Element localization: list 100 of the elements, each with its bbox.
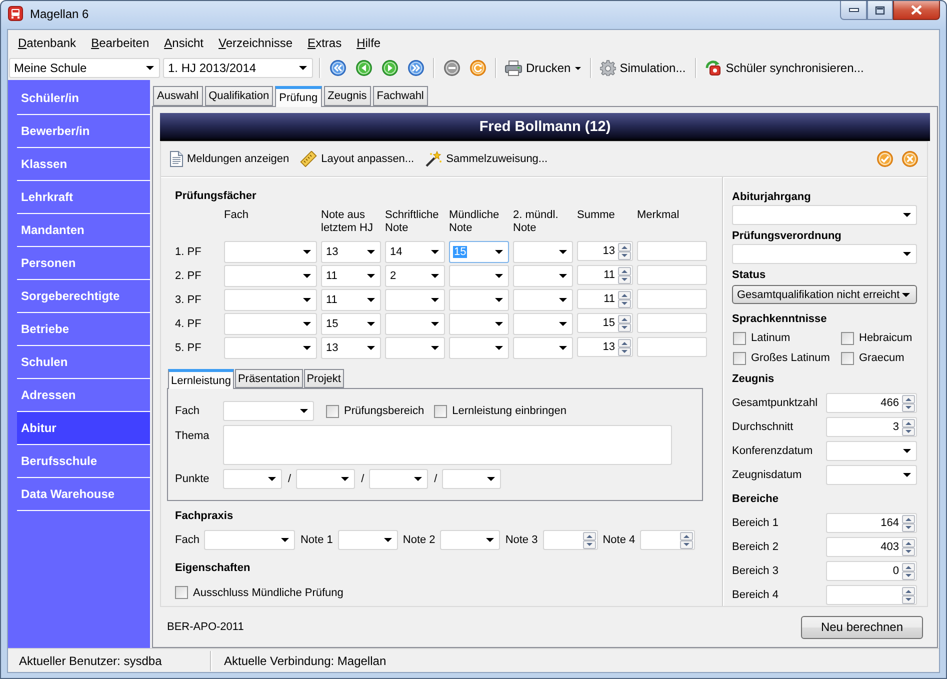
sync-button[interactable]: Schüler synchronisieren... bbox=[702, 57, 867, 79]
menu-item[interactable]: Hilfe bbox=[352, 33, 386, 53]
text-field[interactable] bbox=[637, 289, 707, 309]
spin-arrows-icon[interactable] bbox=[902, 586, 915, 604]
dropdown-field[interactable] bbox=[440, 530, 500, 550]
checkbox[interactable] bbox=[175, 586, 188, 599]
tab[interactable]: Projekt bbox=[304, 369, 344, 388]
checkbox[interactable] bbox=[326, 404, 339, 418]
menu-item[interactable]: Verzeichnisse bbox=[214, 33, 298, 53]
recalculate-button[interactable]: Neu berechnen bbox=[801, 616, 923, 638]
dropdown-field[interactable] bbox=[826, 441, 917, 461]
dropdown-field[interactable] bbox=[385, 337, 445, 359]
tab[interactable]: Fachwahl bbox=[372, 86, 428, 106]
text-field[interactable] bbox=[637, 337, 707, 357]
checkbox[interactable] bbox=[733, 352, 746, 364]
dropdown-field[interactable] bbox=[385, 289, 445, 311]
tab[interactable]: Zeugnis bbox=[324, 86, 371, 106]
spin-arrows-icon[interactable] bbox=[902, 418, 915, 436]
dropdown-field[interactable]: 1. HJ 2013/2014 bbox=[163, 58, 313, 78]
number-field[interactable] bbox=[826, 585, 917, 605]
maximize-button[interactable] bbox=[867, 1, 893, 20]
dropdown-field[interactable] bbox=[223, 469, 282, 489]
number-field[interactable]: 13 bbox=[577, 241, 633, 261]
dropdown-field[interactable] bbox=[513, 265, 573, 287]
dropdown-field[interactable] bbox=[449, 265, 509, 287]
dropdown-field[interactable]: 11 bbox=[321, 289, 381, 311]
sidebar-item[interactable]: Bewerber/in bbox=[17, 115, 150, 148]
dropdown-field[interactable] bbox=[442, 469, 502, 489]
minimize-button[interactable] bbox=[840, 1, 867, 20]
print-button[interactable]: Drucken bbox=[502, 57, 584, 79]
check-circle-icon[interactable] bbox=[877, 151, 893, 167]
text-area[interactable] bbox=[223, 425, 672, 465]
menu-item[interactable]: Ansicht bbox=[159, 33, 208, 53]
toolbar-button[interactable]: Meldungen anzeigen bbox=[169, 151, 290, 167]
dropdown-field[interactable]: 11 bbox=[321, 265, 381, 287]
sidebar-item[interactable]: Mandanten bbox=[17, 214, 150, 247]
dropdown-field[interactable]: 15 bbox=[321, 313, 381, 335]
spin-arrows-icon[interactable] bbox=[618, 338, 631, 356]
dropdown-field[interactable]: 13 bbox=[321, 241, 381, 263]
sidebar-item[interactable]: Abitur bbox=[17, 412, 150, 445]
sidebar-item[interactable]: Sorgeberechtigte bbox=[17, 280, 150, 313]
double-right-arrow-icon[interactable] bbox=[408, 60, 424, 76]
toolbar-button[interactable]: Layout anpassen... bbox=[299, 151, 416, 167]
sidebar-item[interactable]: Data Warehouse bbox=[17, 478, 150, 511]
spin-arrows-icon[interactable] bbox=[902, 562, 915, 580]
tab[interactable]: Auswahl bbox=[153, 86, 203, 106]
sidebar-item[interactable]: Personen bbox=[17, 247, 150, 280]
number-field[interactable]: 3 bbox=[826, 417, 917, 437]
dropdown-field[interactable] bbox=[224, 289, 317, 311]
dropdown-field[interactable] bbox=[369, 469, 428, 489]
dropdown-field[interactable] bbox=[449, 337, 509, 359]
number-field[interactable] bbox=[542, 530, 598, 550]
number-field[interactable]: 164 bbox=[826, 513, 917, 533]
dropdown-field[interactable] bbox=[732, 205, 917, 225]
dropdown-field[interactable] bbox=[224, 313, 317, 335]
number-field[interactable]: 0 bbox=[826, 561, 917, 581]
checkbox[interactable] bbox=[733, 332, 746, 344]
spin-arrows-icon[interactable] bbox=[902, 514, 915, 532]
dropdown-field[interactable] bbox=[732, 244, 917, 264]
sidebar-item[interactable]: Klassen bbox=[17, 148, 150, 181]
simulation-button[interactable]: Simulation... bbox=[596, 57, 689, 79]
dropdown-field[interactable] bbox=[296, 469, 356, 489]
number-field[interactable]: 11 bbox=[577, 289, 633, 309]
dropdown-field[interactable] bbox=[223, 401, 314, 421]
spin-arrows-icon[interactable] bbox=[582, 532, 596, 548]
checkbox[interactable] bbox=[434, 404, 448, 418]
number-field[interactable]: 466 bbox=[826, 393, 917, 413]
dropdown-field[interactable] bbox=[449, 313, 509, 335]
dropdown-field[interactable]: 2 bbox=[385, 265, 445, 287]
right-arrow-icon[interactable] bbox=[382, 60, 398, 76]
text-field[interactable] bbox=[637, 241, 707, 261]
checkbox[interactable] bbox=[841, 352, 854, 364]
dropdown-field[interactable] bbox=[449, 289, 509, 311]
spin-arrows-icon[interactable] bbox=[902, 394, 915, 412]
double-left-arrow-icon[interactable] bbox=[330, 60, 346, 76]
number-field[interactable]: 15 bbox=[577, 313, 633, 333]
dropdown-field[interactable] bbox=[338, 530, 398, 550]
dropdown-field[interactable] bbox=[224, 337, 317, 359]
tab[interactable]: Qualifikation bbox=[204, 86, 274, 106]
sidebar-item[interactable]: Schüler/in bbox=[17, 82, 150, 115]
dropdown-field[interactable] bbox=[204, 530, 296, 550]
number-field[interactable]: 13 bbox=[577, 337, 633, 357]
dropdown-field[interactable]: Meine Schule bbox=[9, 58, 160, 78]
dropdown-field[interactable] bbox=[224, 241, 317, 263]
minus-circle-icon[interactable] bbox=[444, 60, 460, 76]
dropdown-field[interactable]: 14 bbox=[385, 241, 445, 263]
sidebar-item[interactable]: Betriebe bbox=[17, 313, 150, 346]
spin-arrows-icon[interactable] bbox=[680, 532, 694, 548]
menu-item[interactable]: Datenbank bbox=[13, 33, 82, 53]
spin-arrows-icon[interactable] bbox=[618, 242, 631, 260]
close-button[interactable] bbox=[893, 1, 940, 20]
tab[interactable]: Präsentation bbox=[234, 369, 303, 388]
dropdown-field[interactable] bbox=[513, 313, 573, 335]
spin-arrows-icon[interactable] bbox=[618, 290, 631, 308]
sidebar-item[interactable]: Lehrkraft bbox=[17, 181, 150, 214]
menu-item[interactable]: Extras bbox=[302, 33, 347, 53]
dropdown-field[interactable] bbox=[224, 265, 317, 287]
dropdown-field[interactable]: Gesamtqualifikation nicht erreicht bbox=[732, 285, 917, 304]
number-field[interactable]: 403 bbox=[826, 537, 917, 557]
toolbar-button[interactable]: Sammelzuweisung... bbox=[424, 151, 549, 167]
